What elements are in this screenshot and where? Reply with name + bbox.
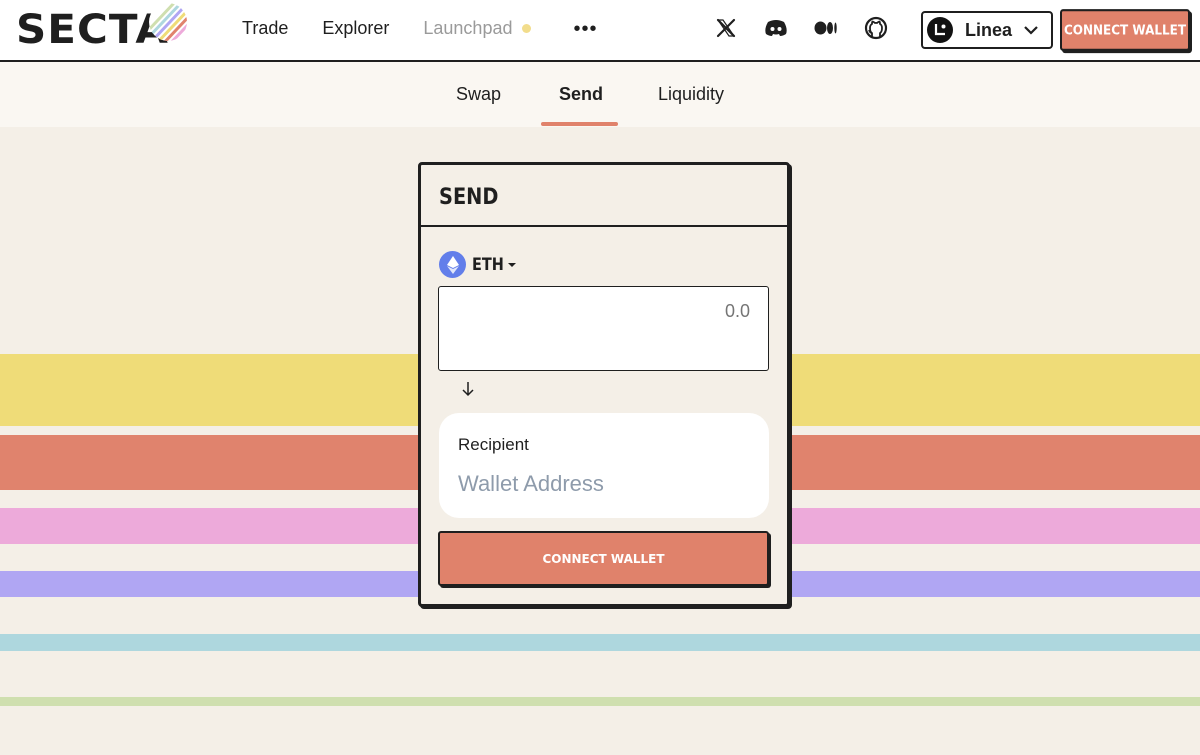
caret-down-icon <box>508 262 517 267</box>
ethereum-icon <box>439 251 466 278</box>
header-connect-wallet-button[interactable]: CONNECT WALLET <box>1060 9 1190 51</box>
send-title: SEND <box>439 185 499 210</box>
brand-logo[interactable]: SECTA <box>16 7 168 53</box>
brand-logo-mark-icon <box>149 3 187 41</box>
token-symbol: ETH <box>472 254 504 275</box>
send-card: SEND ETH Recipient CONNECT WALLET <box>418 162 790 607</box>
recipient-field: Recipient <box>439 413 769 518</box>
tab-swap[interactable]: Swap <box>456 84 501 105</box>
network-label: Linea <box>965 19 1013 40</box>
sub-tabs: Swap Send Liquidity <box>0 62 1200 127</box>
active-tab-indicator <box>541 122 618 126</box>
nav-item-trade[interactable]: Trade <box>242 18 288 39</box>
linea-logo-icon <box>927 17 953 43</box>
medium-icon[interactable] <box>813 15 839 41</box>
tab-send[interactable]: Send <box>559 84 603 105</box>
chevron-down-icon <box>1024 26 1038 35</box>
top-header: SECTA Trade Explorer Launchpad ••• Linea… <box>0 0 1200 62</box>
social-links <box>713 15 913 41</box>
nav-item-launchpad[interactable]: Launchpad <box>423 18 512 39</box>
stripe-green <box>0 697 1200 706</box>
main-nav: Trade Explorer Launchpad ••• <box>242 18 598 39</box>
discord-icon[interactable] <box>763 15 789 41</box>
stripe-blue <box>0 634 1200 651</box>
amount-input[interactable] <box>470 301 750 322</box>
network-selector[interactable]: Linea <box>921 11 1053 49</box>
send-connect-wallet-button[interactable]: CONNECT WALLET <box>438 531 769 586</box>
ellipsis-icon[interactable]: ••• <box>573 19 597 39</box>
tab-liquidity[interactable]: Liquidity <box>658 84 724 105</box>
github-icon[interactable] <box>863 15 889 41</box>
x-icon[interactable] <box>713 15 739 41</box>
recipient-address-input[interactable] <box>458 471 748 497</box>
launchpad-status-dot <box>522 24 532 33</box>
send-card-header: SEND <box>421 165 787 227</box>
nav-item-explorer[interactable]: Explorer <box>322 18 389 39</box>
amount-field <box>438 286 769 371</box>
arrow-down-icon <box>461 381 475 402</box>
token-selector[interactable]: ETH <box>439 251 517 278</box>
recipient-label: Recipient <box>458 435 529 454</box>
